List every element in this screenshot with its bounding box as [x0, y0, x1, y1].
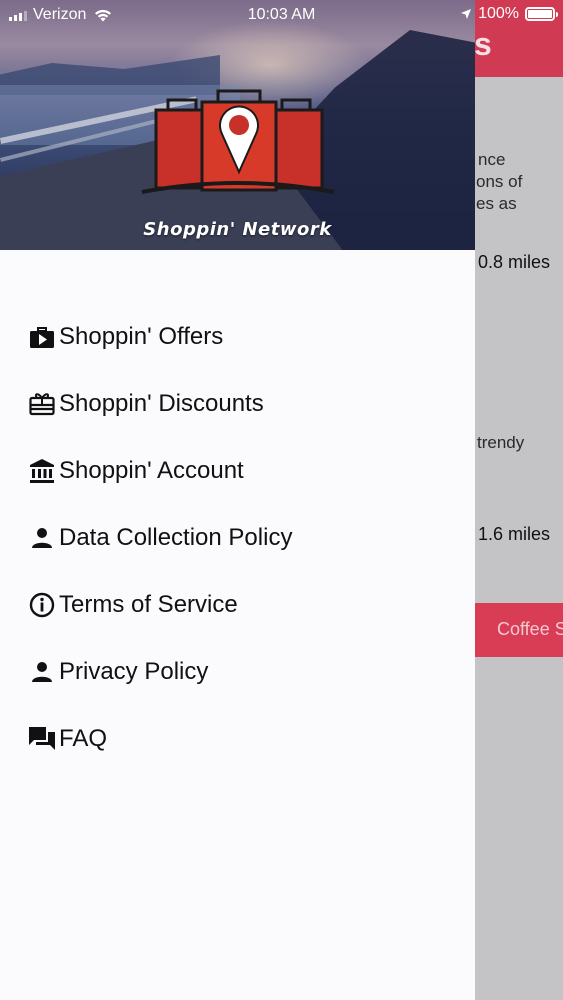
- gift-card-icon: [28, 390, 56, 418]
- chat-bubbles-icon: [28, 725, 56, 753]
- background-text: es as: [476, 194, 517, 213]
- background-category-label: Coffee S: [497, 619, 563, 639]
- location-arrow-icon: [460, 8, 472, 20]
- menu-item-data-collection-policy[interactable]: Data Collection Policy: [0, 504, 475, 571]
- menu-item-label: Privacy Policy: [59, 657, 209, 685]
- battery-icon: [525, 7, 558, 21]
- menu-item-label: Shoppin' Discounts: [59, 389, 264, 417]
- background-distance: 1.6 miles: [478, 524, 551, 544]
- battery-percent: 100%: [478, 5, 519, 22]
- background-text: nce: [478, 150, 506, 169]
- menu-item-shoppin-offers[interactable]: Shoppin' Offers: [0, 303, 475, 370]
- menu-item-label: Data Collection Policy: [59, 523, 293, 551]
- menu-item-shoppin-discounts[interactable]: Shoppin' Discounts: [0, 370, 475, 437]
- drawer-header-image: Shoppin' Network: [0, 0, 475, 250]
- status-bar: Verizon 10:03 AM 100%: [0, 0, 563, 30]
- shoppin-network-logo: [141, 89, 335, 194]
- background-header-title: s: [474, 26, 492, 62]
- menu-item-label: FAQ: [59, 724, 108, 752]
- navigation-drawer: Shoppin' Network Shoppin' Offers Shoppin…: [0, 0, 475, 1000]
- info-circle-icon: [28, 591, 56, 619]
- background-distance: 0.8 miles: [478, 252, 551, 272]
- menu-item-label: Shoppin' Account: [59, 456, 244, 484]
- menu-item-label: Terms of Service: [59, 590, 238, 618]
- person-icon: [28, 524, 56, 552]
- menu-item-shoppin-account[interactable]: Shoppin' Account: [0, 437, 475, 504]
- menu-item-terms-of-service[interactable]: Terms of Service: [0, 571, 475, 638]
- briefcase-play-icon: [28, 323, 56, 351]
- menu-item-faq[interactable]: FAQ: [0, 705, 475, 772]
- background-text: trendy: [477, 433, 525, 452]
- menu-item-privacy-policy[interactable]: Privacy Policy: [0, 638, 475, 705]
- brand-name: Shoppin' Network: [143, 219, 332, 240]
- person-icon: [28, 658, 56, 686]
- background-category-button: Coffee S: [475, 603, 563, 657]
- bank-icon: [28, 457, 56, 485]
- menu-item-label: Shoppin' Offers: [59, 322, 224, 350]
- status-right: 100%: [460, 5, 558, 23]
- background-text: ons of: [476, 172, 523, 191]
